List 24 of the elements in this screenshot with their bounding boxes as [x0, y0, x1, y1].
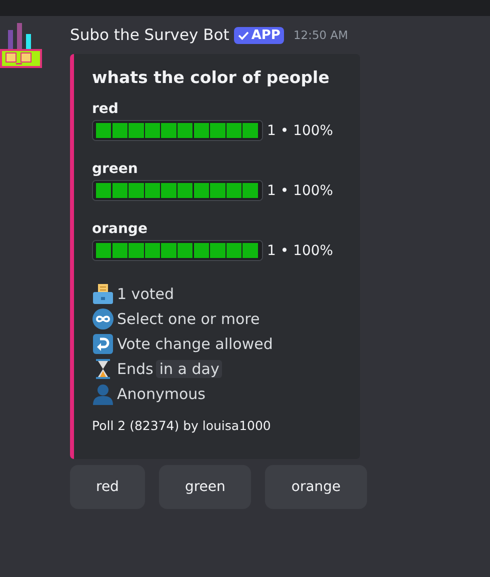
vote-button[interactable]: orange — [265, 465, 367, 509]
option-label: red — [92, 101, 120, 117]
option-label: green — [92, 161, 139, 177]
vote-count: 1 • 100% — [267, 182, 334, 198]
info-text: Vote change allowed — [117, 334, 273, 352]
poll-footer: Poll 2 (82374) by louisa1000 — [92, 418, 360, 433]
info-text: Anonymous — [117, 384, 206, 402]
app-badge: APP — [234, 26, 284, 44]
info-text: Ends — [117, 360, 154, 378]
timestamp: 12:50 AM — [293, 28, 348, 42]
poll-question: whats the color of people — [92, 68, 330, 87]
ballot-box-icon — [92, 282, 114, 304]
author-name[interactable]: Subo the Survey Bot — [70, 26, 230, 44]
person-silhouette-icon — [92, 382, 114, 404]
info-text: Select one or more — [117, 310, 260, 328]
vote-count: 1 • 100% — [267, 242, 334, 258]
vote-button[interactable]: red — [70, 465, 145, 509]
option-label: orange — [92, 221, 148, 237]
vote-button[interactable]: green — [158, 465, 252, 509]
robot-avatar — [0, 20, 44, 68]
infinity-icon — [92, 308, 114, 330]
vote-count: 1 • 100% — [267, 122, 334, 138]
end-time: in a day — [156, 360, 222, 378]
info-text: 1 voted — [117, 284, 174, 302]
